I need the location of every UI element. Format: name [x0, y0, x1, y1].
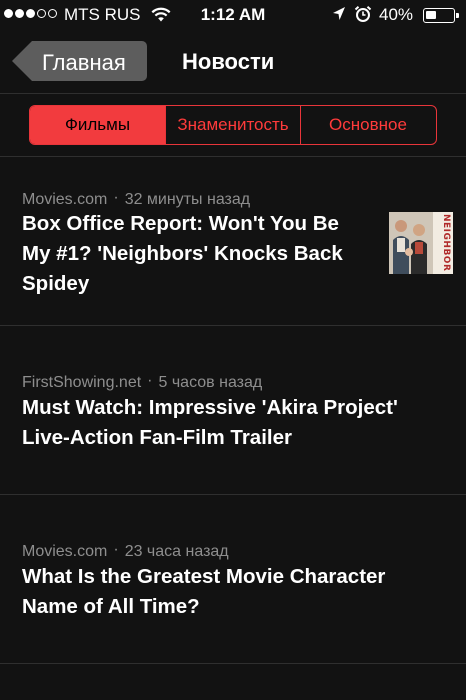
headline-line: What Is the Greatest Movie Character: [22, 565, 386, 588]
news-thumbnail-image: NEIGHBORS: [389, 212, 453, 274]
news-headline: Must Watch: Impressive 'Akira Project' L…: [22, 393, 398, 453]
category-segmented-control: Фильмы Знаменитость Основное: [29, 105, 437, 145]
news-time: 32 минуты назад: [124, 191, 251, 208]
headline-line: My #1? 'Neighbors' Knocks Back: [22, 242, 343, 265]
battery-percent: 40%: [379, 5, 414, 24]
headline-line: Name of All Time?: [22, 595, 200, 618]
news-item[interactable]: Movies.com · 23 часа назад What Is the Gre…: [0, 495, 466, 663]
back-button-label: Главная: [42, 50, 126, 75]
segment-films[interactable]: Фильмы: [30, 106, 165, 144]
battery-icon: [423, 8, 459, 23]
segment-celebrity[interactable]: Знаменитость: [165, 106, 300, 144]
status-bar: MTS RUS 1:12 AM 40%: [0, 0, 466, 30]
alarm-clock-icon: [354, 5, 372, 28]
news-item-meta: FirstShowing.net · 5 часов назад: [22, 372, 263, 391]
headline-line: Live-Action Fan-Film Trailer: [22, 426, 292, 449]
page-title: Новости: [182, 49, 275, 74]
news-item[interactable]: FirstShowing.net · 5 часов назад Must Watc…: [0, 326, 466, 494]
headline-line: Box Office Report: Won't You Be: [22, 212, 339, 235]
news-source: Movies.com: [22, 191, 108, 208]
thumbnail-title: NEIGHBORS: [441, 214, 451, 272]
news-source: FirstShowing.net: [22, 374, 142, 391]
news-time: 23 часа назад: [124, 543, 229, 560]
location-arrow-icon: [332, 6, 346, 27]
news-item-meta: Movies.com · 32 минуты назад: [22, 189, 251, 208]
divider: [0, 663, 466, 664]
news-source: Movies.com: [22, 543, 108, 560]
news-headline: Box Office Report: Won't You Be My #1? '…: [22, 209, 343, 299]
news-item-meta: Movies.com · 23 часа назад: [22, 541, 229, 560]
news-time: 5 часов назад: [158, 374, 263, 391]
navigation-bar: Главная Новости: [0, 30, 466, 94]
divider: [0, 93, 466, 94]
headline-line: Must Watch: Impressive 'Akira Project': [22, 396, 398, 419]
segment-main[interactable]: Основное: [300, 106, 435, 144]
news-headline: What Is the Greatest Movie Character Nam…: [22, 562, 385, 622]
headline-line: Spidey: [22, 272, 90, 295]
